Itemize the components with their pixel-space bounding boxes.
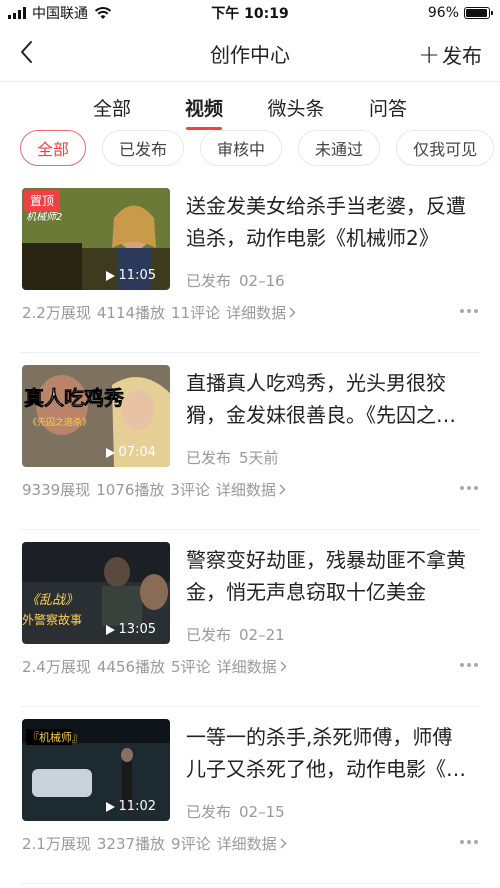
video-stats: 2.1万展现 3237播放 9评论 详细数据 [22, 833, 287, 854]
video-duration: 13:05 [118, 622, 156, 637]
filter-chip-4[interactable]: 仅我可见 [396, 130, 495, 166]
tab-1[interactable]: 视频 [158, 84, 250, 132]
publish-status: 已发布 02–21 [186, 624, 285, 645]
pinned-badge: 置顶 [24, 190, 61, 211]
video-title[interactable]: 送金发美女给杀手当老婆，反遭追杀，动作电影《机械师2》 [186, 190, 468, 254]
detail-data-label: 详细数据 [215, 481, 276, 499]
more-options-icon[interactable] [460, 837, 480, 847]
filter-chip-2[interactable]: 审核中 [200, 130, 283, 166]
battery-fill [466, 9, 488, 17]
detail-data-label: 详细数据 [216, 658, 277, 676]
status-right: 96% [427, 5, 493, 21]
duration-overlay: 13:05 [105, 622, 156, 637]
nav-bar: 创作中心 + 发布 [0, 26, 500, 82]
comments-count[interactable]: 5评论 [171, 656, 211, 677]
video-thumbnail[interactable]: 真人吃鸡秀《先囚之逃杀》 07:04 [22, 365, 170, 467]
chevron-right-icon [279, 484, 286, 495]
publish-label: 发布 [442, 44, 482, 68]
detail-data-link[interactable]: 详细数据 [226, 302, 296, 323]
status-text: 已发布 [186, 449, 232, 467]
chevron-right-icon [289, 307, 296, 318]
status-filters: 全部 已发布 审核中 未通过 仅我可见 [20, 130, 500, 168]
svg-text:真人吃鸡秀: 真人吃鸡秀 [24, 386, 124, 410]
more-options-icon[interactable] [460, 660, 480, 670]
duration-overlay: 11:02 [105, 799, 156, 814]
comments-count[interactable]: 11评论 [171, 302, 220, 323]
video-item[interactable]: 真人吃鸡秀《先囚之逃杀》 07:04 直播真人吃鸡秀，光头男很狡猾，金发妹很善良。《… [20, 353, 480, 530]
video-thumbnail[interactable]: 机械师2 置顶 11:05 [22, 188, 170, 290]
status-time: 下午 10:19 [211, 6, 289, 22]
battery-icon [464, 7, 493, 19]
svg-text:《乱战》: 《乱战》 [26, 593, 78, 608]
video-list: 机械师2 置顶 11:05 送金发美女给杀手当老婆，反遭追杀，动作电影《机械师2》已发… [0, 176, 500, 884]
play-icon [105, 624, 115, 635]
more-options-icon[interactable] [460, 306, 480, 316]
detail-data-link[interactable]: 详细数据 [217, 656, 287, 677]
plays-count: 3237播放 [96, 835, 166, 853]
impressions-count: 2.2万展现 [22, 304, 91, 322]
duration-overlay: 07:04 [105, 445, 156, 460]
detail-data-link[interactable]: 详细数据 [216, 479, 286, 500]
video-duration: 07:04 [118, 445, 156, 460]
plays-count: 1076播放 [96, 481, 165, 499]
detail-data-label: 详细数据 [226, 304, 287, 322]
publish-date: 02–21 [239, 626, 285, 644]
filter-chip-1[interactable]: 已发布 [102, 130, 185, 166]
tab-2[interactable]: 微头条 [250, 84, 342, 132]
impressions-count: 2.4万展现 [22, 658, 91, 676]
comments-count[interactable]: 9评论 [171, 833, 211, 854]
back-arrow-icon[interactable] [16, 39, 40, 65]
impressions-count: 2.1万展现 [22, 835, 91, 853]
video-title[interactable]: 一等一的杀手,杀死师傅，师傅儿子又杀死了他，动作电影《机械师》 [186, 721, 468, 785]
video-stats: 9339展现 1076播放 3评论 详细数据 [22, 479, 286, 500]
detail-data-link[interactable]: 详细数据 [217, 833, 287, 854]
status-bar: 中国联通 下午 10:19 96% [0, 0, 500, 26]
tab-3[interactable]: 问答 [342, 84, 434, 132]
publish-date: 02–15 [239, 803, 285, 821]
status-text: 已发布 [186, 803, 232, 821]
impressions-count: 9339展现 [22, 481, 91, 499]
plus-icon: + [418, 39, 440, 70]
duration-overlay: 11:05 [105, 268, 156, 283]
video-item[interactable]: 『机械师』 11:02 一等一的杀手,杀死师傅，师傅儿子又杀死了他，动作电影《机械师… [20, 707, 480, 884]
detail-data-label: 详细数据 [216, 835, 277, 853]
content-tabs: 全部 视频 微头条 问答 [0, 84, 500, 132]
svg-text:『机械师』: 『机械师』 [28, 730, 83, 744]
chevron-right-icon [280, 838, 287, 849]
video-duration: 11:02 [118, 799, 156, 814]
status-text: 已发布 [186, 626, 232, 644]
more-options-icon[interactable] [460, 483, 480, 493]
svg-text:《先囚之逃杀》: 《先囚之逃杀》 [28, 416, 91, 428]
svg-text:外警察故事: 外警察故事 [22, 612, 82, 627]
publish-status: 已发布 5天前 [186, 447, 279, 468]
filter-chip-3[interactable]: 未通过 [298, 130, 381, 166]
svg-text:机械师2: 机械师2 [26, 211, 62, 223]
filter-chip-0[interactable]: 全部 [20, 130, 87, 166]
page-title: 创作中心 [210, 43, 290, 67]
video-stats: 2.4万展现 4456播放 5评论 详细数据 [22, 656, 287, 677]
publish-button[interactable]: + 发布 [418, 40, 482, 69]
play-icon [105, 801, 115, 812]
comments-count[interactable]: 3评论 [170, 479, 210, 500]
video-item[interactable]: 机械师2 置顶 11:05 送金发美女给杀手当老婆，反遭追杀，动作电影《机械师2》已发… [20, 176, 480, 353]
battery-percent: 96% [427, 5, 459, 21]
plays-count: 4114播放 [96, 304, 166, 322]
publish-status: 已发布 02–16 [186, 270, 285, 291]
video-thumbnail[interactable]: 『机械师』 11:02 [22, 719, 170, 821]
plays-count: 4456播放 [96, 658, 166, 676]
publish-date: 5天前 [239, 449, 279, 467]
publish-status: 已发布 02–15 [186, 801, 285, 822]
video-item[interactable]: 《乱战》外警察故事 13:05 警察变好劫匪，残暴劫匪不拿黄金，悄无声息窃取十亿美金… [20, 530, 480, 707]
video-title[interactable]: 直播真人吃鸡秀，光头男很狡猾，金发妹很善良。《先囚之逃杀》 [186, 367, 468, 431]
video-thumbnail[interactable]: 《乱战》外警察故事 13:05 [22, 542, 170, 644]
video-title[interactable]: 警察变好劫匪，残暴劫匪不拿黄金，悄无声息窃取十亿美金 [186, 544, 468, 608]
publish-date: 02–16 [239, 272, 285, 290]
chevron-right-icon [280, 661, 287, 672]
status-text: 已发布 [186, 272, 232, 290]
video-stats: 2.2万展现 4114播放 11评论 详细数据 [22, 302, 296, 323]
play-icon [105, 447, 115, 458]
tab-0[interactable]: 全部 [66, 84, 158, 132]
play-icon [105, 270, 115, 281]
video-duration: 11:05 [118, 268, 156, 283]
